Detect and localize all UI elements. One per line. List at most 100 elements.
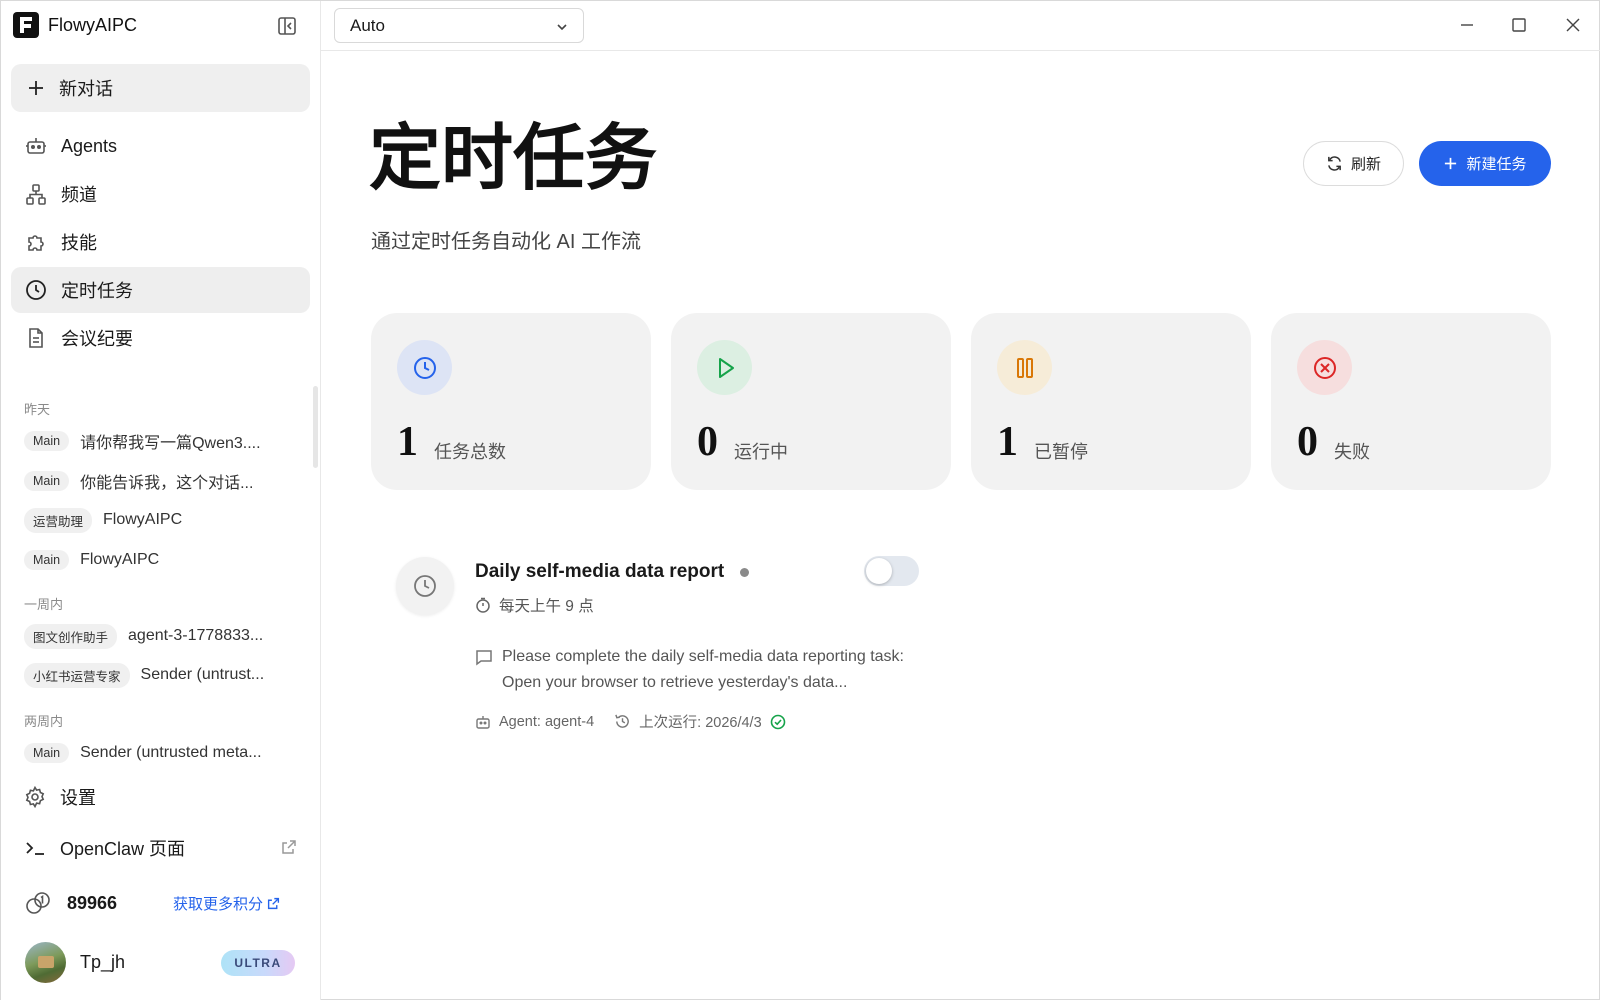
history-section-label: 昨天 bbox=[24, 402, 51, 417]
play-icon bbox=[697, 340, 752, 395]
clock-icon bbox=[396, 557, 454, 615]
refresh-icon bbox=[1328, 156, 1341, 171]
network-icon bbox=[25, 183, 47, 205]
history-item-title: 你能告诉我，这个对话... bbox=[80, 475, 254, 492]
sidebar-item-meeting-notes[interactable]: 会议纪要 bbox=[11, 315, 310, 361]
user-profile[interactable]: Tp_jh ULTRA bbox=[25, 941, 297, 983]
history-section-label: 一周内 bbox=[24, 597, 64, 612]
history-item[interactable]: Main 请你帮我写一篇Qwen3.... bbox=[24, 427, 294, 455]
external-link-icon[interactable] bbox=[281, 839, 297, 855]
robot-icon bbox=[25, 135, 47, 157]
stat-value: 0 bbox=[697, 419, 718, 465]
sidebar-item-agents[interactable]: Agents bbox=[11, 123, 310, 169]
plus-icon bbox=[29, 81, 43, 95]
history-item[interactable]: Main FlowyAIPC bbox=[24, 546, 294, 574]
new-task-button[interactable]: 新建任务 bbox=[1419, 141, 1551, 186]
robot-icon bbox=[476, 715, 490, 729]
sidebar-item-label: 频道 bbox=[61, 185, 97, 205]
stat-value: 0 bbox=[1297, 419, 1318, 465]
stat-value: 1 bbox=[397, 419, 418, 465]
sidebar-item-label: Agents bbox=[61, 135, 118, 156]
stat-value: 1 bbox=[997, 419, 1018, 465]
stat-card-failed: 0 失败 bbox=[1271, 313, 1551, 490]
get-more-credits-link[interactable]: 获取更多积分 bbox=[173, 893, 280, 914]
pause-icon bbox=[997, 340, 1052, 395]
agent-tag: 图文创作助手 bbox=[24, 623, 118, 649]
new-chat-label: 新对话 bbox=[59, 79, 113, 99]
minimize-icon[interactable] bbox=[1456, 14, 1478, 36]
settings-button[interactable]: 设置 bbox=[24, 782, 96, 812]
gear-icon bbox=[25, 786, 45, 808]
task-last-run-text: 上次运行: 2026/4/3 bbox=[639, 715, 762, 731]
sidebar-item-label: 技能 bbox=[61, 233, 97, 253]
history-icon bbox=[615, 714, 629, 728]
agent-tag: 小红书运营专家 bbox=[24, 662, 130, 688]
agent-tag: Main bbox=[24, 550, 70, 570]
x-circle-icon bbox=[1297, 340, 1352, 395]
get-more-credits-label: 获取更多积分 bbox=[173, 895, 264, 913]
timer-icon bbox=[476, 597, 490, 613]
collapse-sidebar-icon[interactable] bbox=[275, 14, 299, 38]
stat-label: 失败 bbox=[1334, 442, 1370, 462]
agent-tag: Main bbox=[24, 431, 70, 451]
coins-icon bbox=[26, 892, 50, 914]
puzzle-icon bbox=[25, 231, 47, 253]
history-item-title: FlowyAIPC bbox=[103, 511, 183, 528]
sidebar-scrollbar[interactable] bbox=[313, 386, 318, 468]
task-schedule-text: 每天上午 9 点 bbox=[499, 598, 594, 615]
clock-icon bbox=[25, 279, 47, 301]
sidebar-item-label: 会议纪要 bbox=[61, 329, 133, 349]
plus-icon bbox=[1445, 157, 1457, 170]
status-dot bbox=[740, 568, 749, 577]
task-last-run: 上次运行: 2026/4/3 bbox=[614, 711, 786, 732]
history-item[interactable]: 运营助理 FlowyAIPC bbox=[24, 506, 294, 534]
history-item[interactable]: Main Sender (untrusted meta... bbox=[24, 739, 294, 767]
history-item-title: agent-3-1778833... bbox=[128, 627, 264, 644]
sidebar-item-skills[interactable]: 技能 bbox=[11, 219, 310, 265]
stat-card-paused: 1 已暂停 bbox=[971, 313, 1251, 490]
credits: 89966 获取更多积分 bbox=[25, 889, 295, 917]
openclaw-link[interactable]: OpenClaw 页面 bbox=[24, 833, 185, 863]
chevron-down-icon bbox=[557, 24, 567, 31]
task-name: Daily self-media data report bbox=[475, 561, 725, 582]
history-item-title: FlowyAIPC bbox=[80, 551, 160, 568]
app-name: FlowyAIPC bbox=[48, 14, 138, 35]
user-name: Tp_jh bbox=[80, 951, 126, 972]
terminal-icon bbox=[26, 842, 44, 855]
sidebar-nav: Agents 频道 技能 定时任务 会议纪要 bbox=[11, 123, 310, 363]
check-circle-icon bbox=[770, 714, 785, 729]
settings-label: 设置 bbox=[60, 788, 96, 808]
history-item[interactable]: Main 你能告诉我，这个对话... bbox=[24, 467, 294, 495]
stat-label: 已暂停 bbox=[1034, 442, 1088, 462]
divider bbox=[321, 50, 1600, 51]
app-logo-icon bbox=[13, 12, 39, 38]
model-select[interactable]: Auto bbox=[334, 8, 584, 43]
stat-card-total: 1 任务总数 bbox=[371, 313, 651, 490]
task-agent-text: Agent: agent-4 bbox=[499, 713, 595, 730]
refresh-button[interactable]: 刷新 bbox=[1303, 141, 1404, 186]
new-chat-button[interactable]: 新对话 bbox=[11, 64, 310, 112]
history-item[interactable]: 小红书运营专家 Sender (untrust... bbox=[24, 661, 294, 689]
history-item-title: Sender (untrust... bbox=[140, 666, 265, 683]
page-subtitle: 通过定时任务自动化 AI 工作流 bbox=[371, 231, 642, 253]
avatar bbox=[25, 941, 66, 983]
sidebar-item-channels[interactable]: 频道 bbox=[11, 171, 310, 217]
stat-label: 任务总数 bbox=[434, 442, 506, 462]
task-enable-toggle[interactable] bbox=[864, 556, 919, 586]
refresh-label: 刷新 bbox=[1350, 156, 1381, 173]
maximize-icon[interactable] bbox=[1508, 14, 1530, 36]
sidebar-item-label: 定时任务 bbox=[61, 281, 133, 301]
credits-value: 89966 bbox=[67, 892, 118, 913]
task-card[interactable]: Daily self-media data report 每天上午 9 点 Pl… bbox=[396, 551, 926, 741]
history-section-label: 两周内 bbox=[24, 714, 64, 729]
sidebar-item-scheduled-tasks[interactable]: 定时任务 bbox=[11, 267, 310, 313]
external-link-icon bbox=[267, 897, 280, 909]
plan-badge: ULTRA bbox=[221, 950, 295, 976]
model-select-value: Auto bbox=[350, 15, 385, 35]
task-agent: Agent: agent-4 bbox=[475, 714, 594, 730]
task-description-text: Please complete the daily self-media dat… bbox=[502, 648, 904, 691]
stat-card-running: 0 运行中 bbox=[671, 313, 951, 490]
openclaw-label: OpenClaw 页面 bbox=[60, 839, 186, 859]
close-icon[interactable] bbox=[1562, 14, 1584, 36]
history-item[interactable]: 图文创作助手 agent-3-1778833... bbox=[24, 622, 294, 650]
